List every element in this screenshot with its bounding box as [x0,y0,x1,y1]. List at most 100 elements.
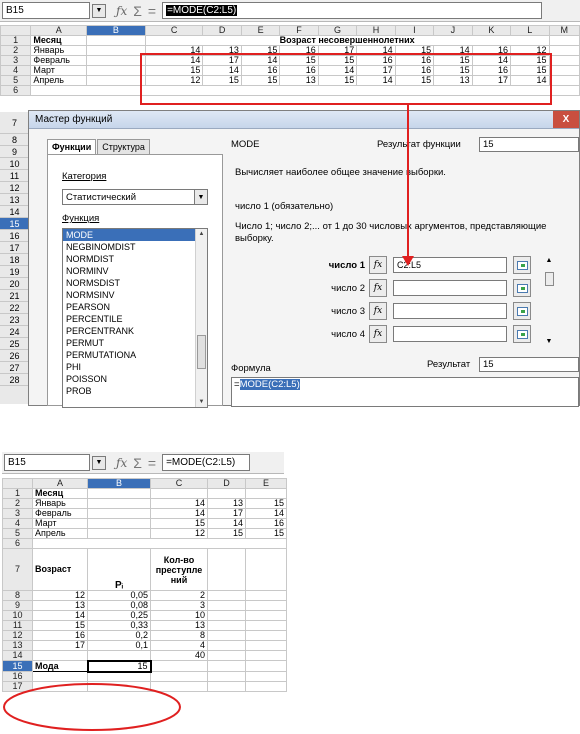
name-box[interactable]: B15 [4,454,90,471]
row-header[interactable]: 1 [2,488,33,499]
cell[interactable]: 0,2 [87,630,151,641]
cell[interactable] [207,640,246,651]
cell[interactable]: 13 [32,600,88,611]
row-header[interactable]: 7 [2,548,33,591]
formula-input[interactable]: =MODE(C2:L5) [162,454,251,471]
cell[interactable] [245,630,287,641]
cell[interactable] [245,488,287,499]
cell[interactable] [207,660,246,672]
probability-header[interactable]: Pᵢ [87,548,151,591]
cell[interactable] [245,600,287,611]
row-header[interactable]: 11 [2,620,33,631]
cell[interactable]: 13 [150,620,208,631]
cell[interactable] [207,650,246,661]
cell[interactable] [245,590,287,601]
cell[interactable] [207,548,246,591]
cell[interactable] [245,650,287,661]
cell[interactable]: 2 [150,590,208,601]
cell[interactable]: 0,08 [87,600,151,611]
cell[interactable]: 10 [150,610,208,621]
cell[interactable]: 0,1 [87,640,151,651]
mode-value-cell[interactable]: 15 [86,659,152,673]
cell[interactable]: Январь [32,498,88,509]
cell[interactable]: 15 [245,528,287,539]
column-header[interactable]: E [245,478,287,489]
cell[interactable]: 8 [150,630,208,641]
column-header[interactable]: A [32,478,88,489]
cell[interactable] [150,488,208,499]
cell[interactable] [87,650,151,661]
row-header[interactable]: 6 [2,538,33,549]
cell[interactable]: 14 [32,610,88,621]
cell[interactable]: 14 [150,498,208,509]
cell[interactable]: 13 [207,498,246,509]
column-header[interactable]: D [207,478,246,489]
row-header[interactable]: 9 [2,600,33,611]
cell-a1[interactable]: Месяц [32,488,88,499]
corner-cell[interactable] [2,478,33,489]
cell[interactable] [207,681,246,692]
row-header[interactable]: 5 [2,528,33,539]
cell[interactable]: 17 [32,640,88,651]
cell[interactable] [245,620,287,631]
cell[interactable]: 14 [245,508,287,519]
cell[interactable] [87,508,151,519]
row-header[interactable]: 15 [2,660,33,672]
column-header[interactable]: B [87,478,151,489]
cell[interactable] [207,610,246,621]
cell[interactable] [245,610,287,621]
cell[interactable]: 4 [150,640,208,651]
cell[interactable]: 17 [207,508,246,519]
mode-label-cell[interactable]: Мода [32,660,88,672]
sigma-icon[interactable]: Σ [133,455,142,471]
dropdown-icon[interactable]: ▼ [92,455,106,470]
column-header[interactable]: C [150,478,208,489]
row-header[interactable]: 2 [2,498,33,509]
cell[interactable]: 0,05 [87,590,151,601]
cell[interactable]: 15 [32,620,88,631]
total-cell[interactable]: 40 [150,650,208,661]
cell[interactable] [87,528,151,539]
cell[interactable] [32,538,287,549]
cell[interactable]: 15 [207,528,246,539]
cell[interactable] [245,671,287,682]
cell[interactable]: 15 [245,498,287,509]
cell[interactable]: Март [32,518,88,529]
cell[interactable]: 16 [245,518,287,529]
cell[interactable] [245,548,287,591]
row-header[interactable]: 13 [2,640,33,651]
cell[interactable] [87,518,151,529]
row-header[interactable]: 4 [2,518,33,529]
cell[interactable] [207,630,246,641]
cell[interactable] [245,640,287,651]
equals-icon[interactable]: = [148,455,156,471]
cell[interactable]: Февраль [32,508,88,519]
fx-icon[interactable]: ƒx [116,456,127,470]
cell[interactable] [245,660,287,672]
cell[interactable] [245,681,287,692]
cell[interactable] [32,650,88,661]
cell[interactable]: 3 [150,600,208,611]
row-header[interactable]: 10 [2,610,33,621]
cell[interactable]: 14 [207,518,246,529]
cell[interactable]: 14 [150,508,208,519]
cell[interactable] [87,488,151,499]
cell[interactable]: Апрель [32,528,88,539]
count-header[interactable]: Кол-во преступле ний [150,548,208,591]
cell[interactable] [207,620,246,631]
cell[interactable] [207,488,246,499]
cell[interactable] [150,660,208,672]
age-header[interactable]: Возраст [32,548,88,591]
cell[interactable]: 12 [32,590,88,601]
cell[interactable]: 15 [150,518,208,529]
cell[interactable]: 12 [150,528,208,539]
row-header[interactable]: 12 [2,630,33,641]
cell[interactable]: 0,25 [87,610,151,621]
cell[interactable]: 16 [32,630,88,641]
cell[interactable]: 0,33 [87,620,151,631]
cell[interactable] [207,671,246,682]
row-header[interactable]: 3 [2,508,33,519]
cell[interactable] [87,498,151,509]
cell[interactable] [207,590,246,601]
cell[interactable] [207,600,246,611]
